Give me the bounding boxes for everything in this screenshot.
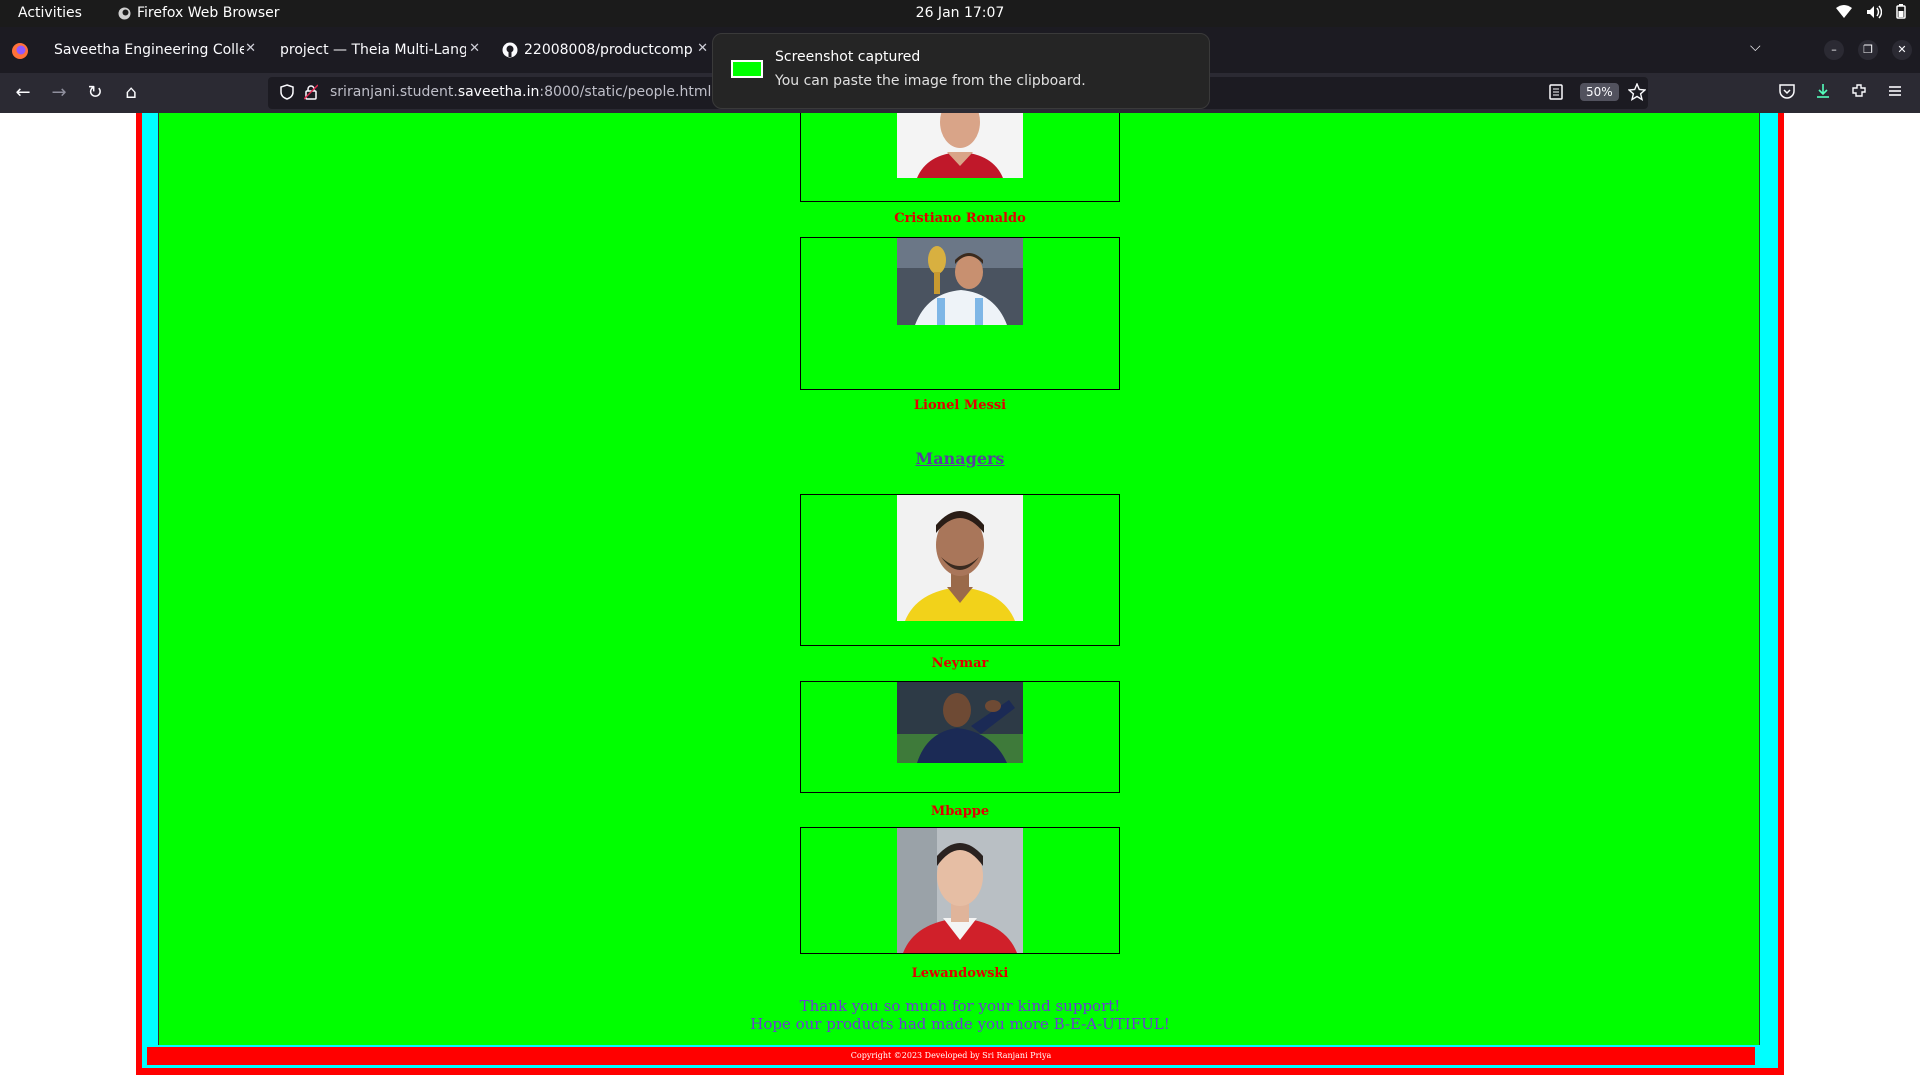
neymar-photo — [897, 495, 1023, 621]
player-card-ronaldo — [800, 113, 1120, 202]
lewandowski-photo — [897, 828, 1023, 953]
close-window-icon[interactable]: ✕ — [1892, 40, 1912, 60]
web-content: Cristiano Ronaldo Lionel Messi Managers … — [0, 113, 1920, 1080]
system-tray[interactable] — [1836, 4, 1906, 19]
back-icon[interactable]: ← — [12, 82, 34, 104]
extensions-icon[interactable] — [1850, 82, 1868, 100]
list-all-tabs-chevron-icon[interactable]: ⌵ — [1750, 39, 1761, 55]
tab-close-icon[interactable]: ✕ — [697, 41, 708, 56]
notification-body: You can paste the image from the clipboa… — [775, 73, 1086, 89]
tab-close-icon[interactable]: ✕ — [469, 41, 480, 56]
minimize-icon[interactable]: – — [1824, 40, 1844, 60]
notification-title: Screenshot captured — [775, 49, 921, 65]
tab-github[interactable]: 22008008/productcompa ✕ — [502, 33, 710, 67]
player-name: Cristiano Ronaldo — [894, 211, 1026, 226]
thank-you-message: Thank you so much for your kind support!… — [600, 997, 1320, 1033]
zoom-level-button[interactable]: 50% — [1580, 83, 1619, 101]
manager-card-lewandowski — [800, 827, 1120, 954]
hamburger-menu-icon[interactable] — [1886, 82, 1904, 100]
url-text[interactable]: sriranjani.student.saveetha.in:8000/stat… — [330, 84, 711, 100]
tab-close-icon[interactable]: ✕ — [245, 41, 256, 56]
downloads-icon[interactable] — [1814, 82, 1832, 100]
system-top-bar: Activities Firefox Web Browser 26 Jan 17… — [0, 0, 1920, 27]
firefox-view-icon[interactable] — [10, 41, 30, 61]
tracking-shield-icon[interactable] — [280, 84, 294, 100]
restore-icon[interactable]: ❐ — [1858, 40, 1878, 60]
url-path: :8000/static/people.html — [539, 84, 712, 100]
player-name: Lionel Messi — [913, 398, 1007, 413]
clock[interactable]: 26 Jan 17:07 — [0, 5, 1920, 21]
tab-title: 22008008/productcompa — [524, 42, 692, 58]
manager-name: Lewandowski — [911, 966, 1009, 981]
insecure-lock-icon[interactable] — [304, 84, 318, 100]
pocket-icon[interactable] — [1778, 82, 1796, 100]
footer-copyright: Copyright ©2023 Developed by Sri Ranjani… — [147, 1047, 1755, 1065]
managers-link[interactable]: Managers — [800, 449, 1120, 468]
tab-title: Saveetha Engineering Colleg — [54, 42, 244, 58]
home-icon[interactable]: ⌂ — [120, 82, 142, 104]
url-host: saveetha.in — [457, 84, 540, 100]
bookmark-star-icon[interactable] — [1628, 83, 1646, 101]
volume-icon — [1867, 5, 1882, 18]
manager-card-neymar — [800, 494, 1120, 646]
tab-title: project — Theia Multi-Langu — [280, 42, 466, 58]
messi-photo — [897, 238, 1023, 325]
mbappe-photo — [897, 682, 1023, 763]
screenshot-notification[interactable]: Screenshot captured You can paste the im… — [712, 33, 1210, 109]
player-card-messi — [800, 237, 1120, 390]
ronaldo-photo — [897, 113, 1023, 178]
thank-you-line: Thank you so much for your kind support! — [799, 997, 1121, 1015]
screenshot-thumbnail — [731, 60, 763, 78]
battery-icon — [1896, 4, 1906, 19]
reload-icon[interactable]: ↻ — [84, 82, 106, 104]
forward-icon[interactable]: → — [48, 82, 70, 104]
manager-name: Neymar — [931, 656, 989, 671]
wifi-icon — [1836, 4, 1852, 18]
github-icon — [502, 42, 518, 58]
reader-view-icon[interactable] — [1548, 83, 1564, 101]
manager-name: Mbappe — [930, 804, 990, 819]
tab-project-theia[interactable]: project — Theia Multi-Langu ✕ — [274, 33, 482, 67]
tab-saveetha[interactable]: Saveetha Engineering Colleg ✕ — [48, 33, 258, 67]
url-prefix: sriranjani.student. — [330, 84, 458, 100]
manager-card-mbappe — [800, 681, 1120, 793]
thank-you-line: Hope our products had made you more B-E-… — [750, 1015, 1170, 1033]
